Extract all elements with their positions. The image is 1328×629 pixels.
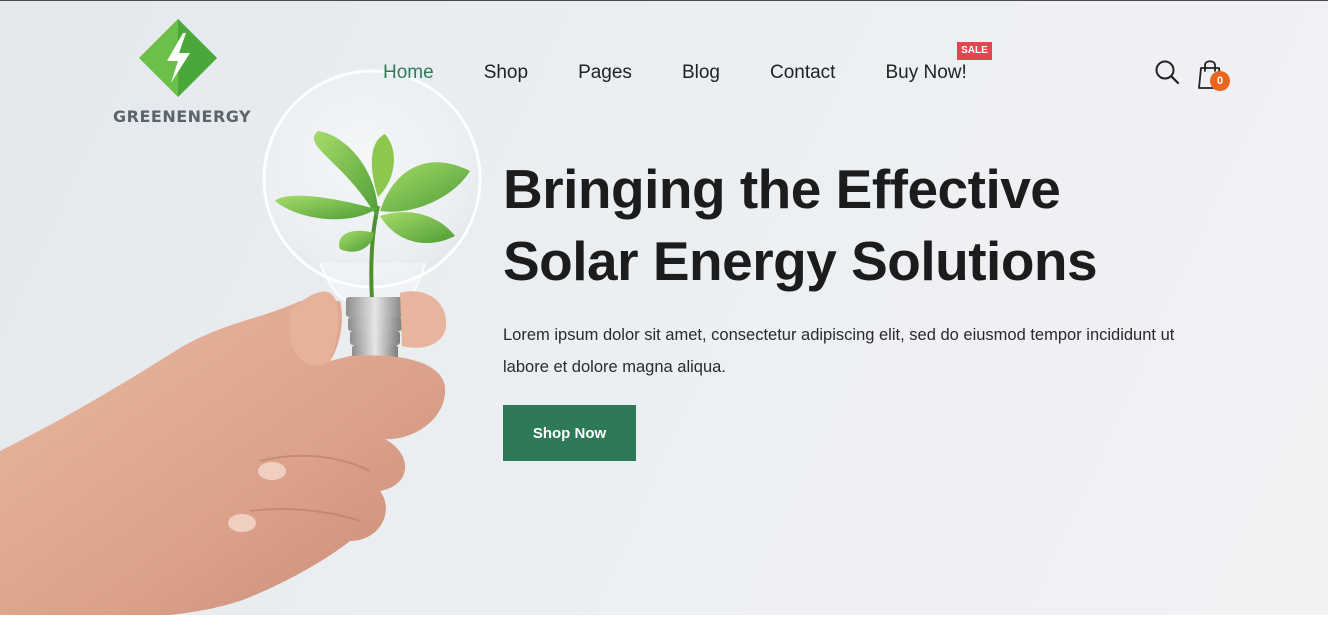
nav-item-buy-now-label: Buy Now! bbox=[885, 62, 967, 83]
nav-item-pages[interactable]: Pages bbox=[578, 62, 632, 84]
hero-description-line-2: labore et dolore magna aliqua. bbox=[503, 358, 726, 376]
hero-title: Bringing the Effective Solar Energy Solu… bbox=[503, 153, 1143, 297]
hand-lightbulb-plant-image bbox=[0, 69, 482, 615]
hero-title-line-2: Solar Energy Solutions bbox=[503, 230, 1098, 292]
hero-description-line-1: Lorem ipsum dolor sit amet, consectetur … bbox=[503, 326, 1175, 344]
nav-item-blog[interactable]: Blog bbox=[682, 62, 720, 84]
search-button[interactable] bbox=[1154, 59, 1180, 85]
brand-name: GREENENERGY bbox=[113, 107, 252, 126]
hero-section: GREENENERGY Home Shop Pages Blog Contact… bbox=[0, 1, 1328, 615]
hero-description: Lorem ipsum dolor sit amet, consectetur … bbox=[503, 319, 1223, 383]
page: GREENENERGY Home Shop Pages Blog Contact… bbox=[0, 0, 1328, 629]
hero-title-line-1: Bringing the Effective bbox=[503, 158, 1061, 220]
logo[interactable]: GREENENERGY bbox=[113, 17, 252, 129]
shop-now-button[interactable]: Shop Now bbox=[503, 405, 636, 461]
nav-item-shop[interactable]: Shop bbox=[484, 62, 528, 84]
sale-badge: SALE bbox=[957, 42, 992, 60]
lightning-logo-icon bbox=[139, 19, 217, 97]
main-nav: Home Shop Pages Blog Contact Buy Now! SA… bbox=[383, 42, 992, 87]
cart-button[interactable]: 0 bbox=[1197, 58, 1231, 92]
nav-item-buy-now[interactable]: Buy Now! SALE bbox=[885, 42, 992, 84]
cart-count-badge: 0 bbox=[1210, 71, 1230, 91]
nav-item-home[interactable]: Home bbox=[383, 62, 434, 84]
search-icon bbox=[1155, 60, 1180, 85]
nav-item-contact[interactable]: Contact bbox=[770, 62, 835, 84]
